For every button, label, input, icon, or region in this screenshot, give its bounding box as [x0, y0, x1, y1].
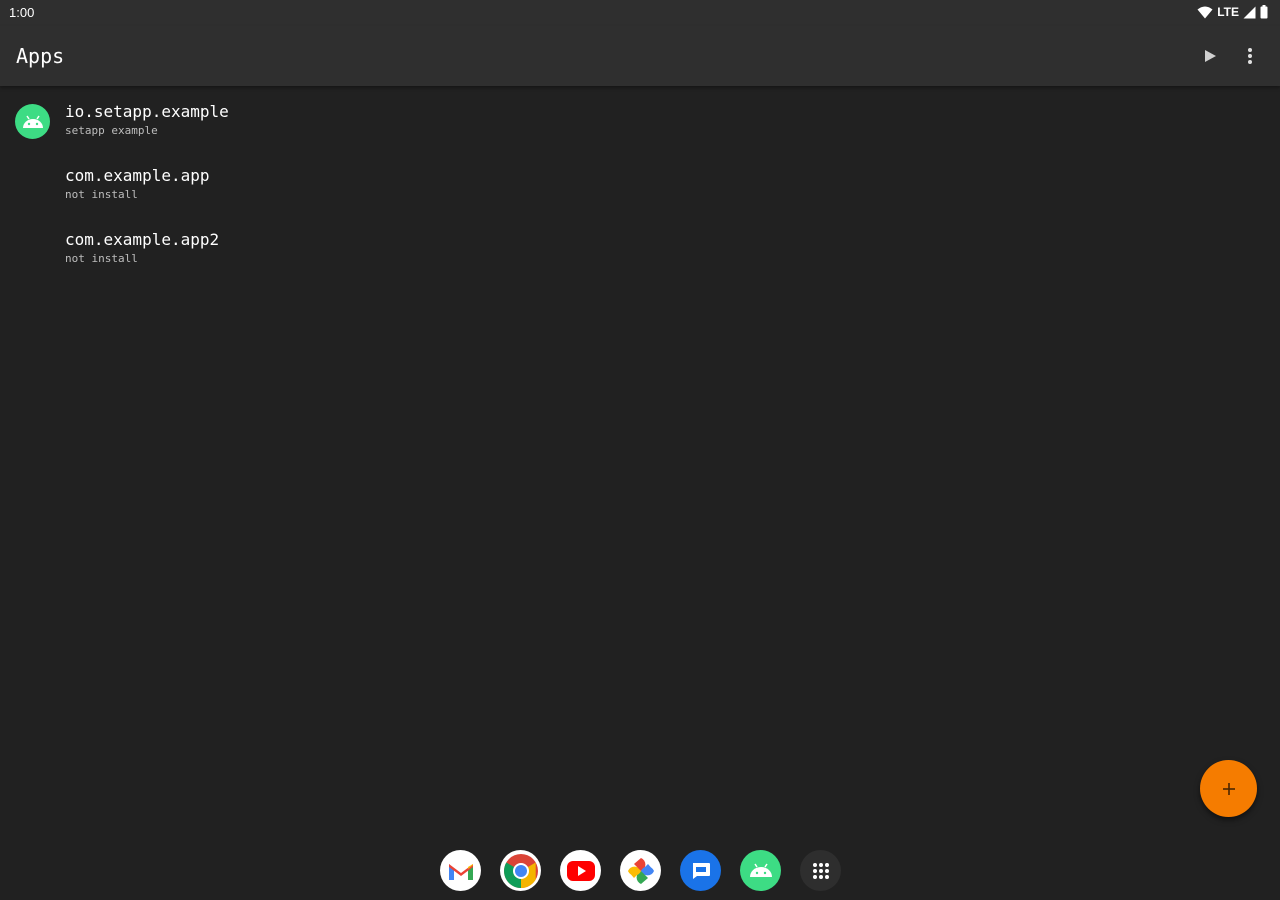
app-package-name: com.example.app — [65, 166, 210, 185]
list-item-app-0[interactable]: io.setapp.example setapp example — [0, 92, 1280, 156]
messages-icon — [692, 862, 710, 879]
photos-icon — [627, 857, 654, 884]
status-bar: 1:00 LTE — [0, 0, 1280, 26]
list-item-app-1[interactable]: com.example.app not install — [0, 156, 1280, 220]
app-subtitle: not install — [65, 252, 138, 265]
android-icon — [749, 863, 772, 877]
app-subtitle: not install — [65, 188, 138, 201]
gmail-app-button[interactable] — [440, 850, 481, 891]
youtube-app-button[interactable] — [560, 850, 601, 891]
list-item-app-2[interactable]: com.example.app2 not install — [0, 220, 1280, 284]
status-time: 1:00 — [9, 5, 35, 20]
gmail-icon — [448, 863, 473, 880]
messages-app-button[interactable] — [680, 850, 721, 891]
chrome-icon — [503, 853, 538, 888]
app-bar: Apps — [0, 26, 1280, 86]
wifi-icon — [1197, 6, 1213, 18]
add-app-button[interactable] — [1200, 760, 1257, 817]
battery-icon — [1260, 5, 1268, 19]
run-button[interactable] — [1196, 42, 1224, 70]
status-icons: LTE — [1197, 5, 1268, 19]
app-drawer-icon — [812, 862, 829, 879]
youtube-icon — [566, 860, 595, 881]
add-icon — [1222, 782, 1235, 795]
app-subtitle: setapp example — [65, 124, 158, 137]
android-app-button[interactable] — [740, 850, 781, 891]
more-options-button[interactable] — [1236, 42, 1264, 70]
play-icon — [1205, 50, 1216, 62]
photos-app-button[interactable] — [620, 850, 661, 891]
app-package-name: com.example.app2 — [65, 230, 220, 249]
app-drawer-button[interactable] — [800, 850, 841, 891]
app-list: io.setapp.example setapp example com.exa… — [0, 92, 1280, 284]
android-icon — [15, 104, 50, 139]
signal-icon — [1243, 6, 1256, 18]
app-package-name: io.setapp.example — [65, 102, 229, 121]
more-vert-icon — [1248, 48, 1252, 64]
lte-label: LTE — [1217, 5, 1239, 19]
chrome-app-button[interactable] — [500, 850, 541, 891]
page-title: Apps — [16, 44, 65, 68]
taskbar-dock — [0, 838, 1280, 900]
